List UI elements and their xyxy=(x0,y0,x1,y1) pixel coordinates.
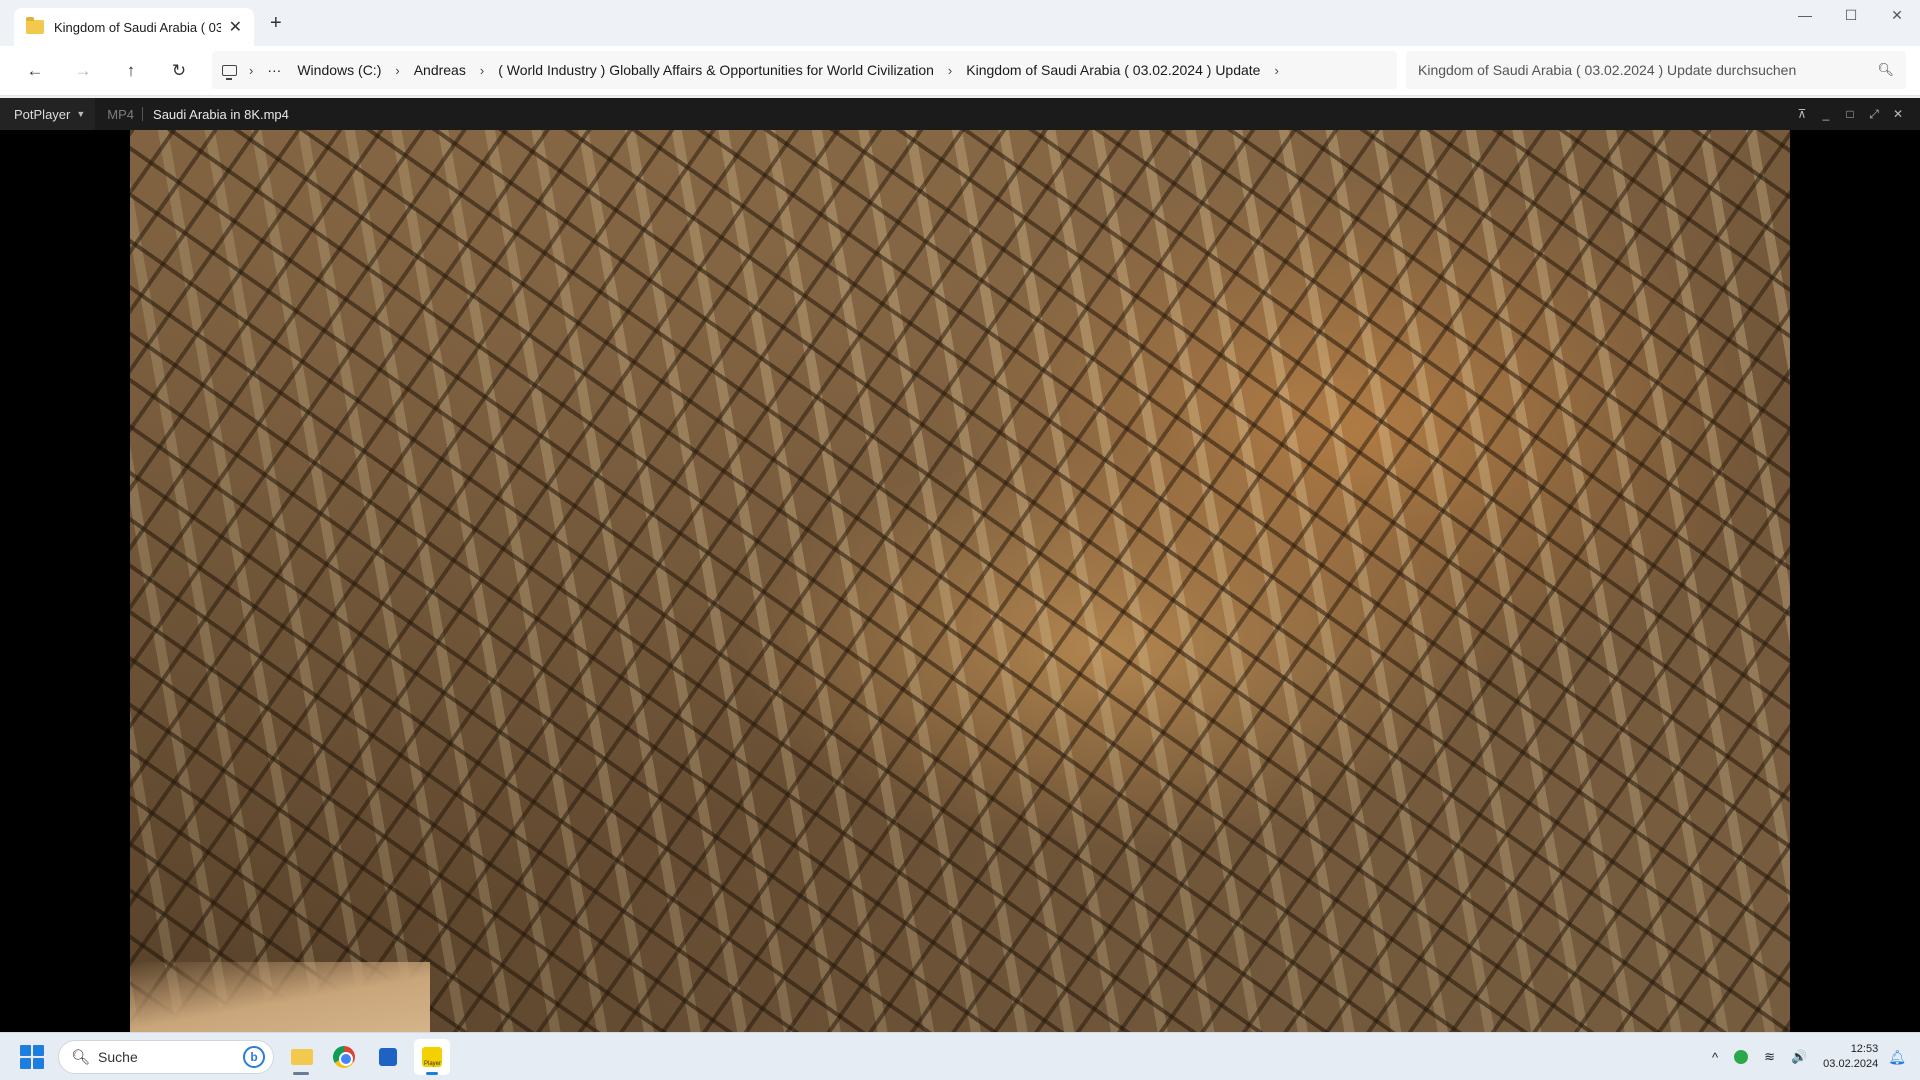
chevron-right-icon[interactable]: › xyxy=(389,63,405,78)
breadcrumb-item[interactable]: Kingdom of Saudi Arabia ( 03.02.2024 ) U… xyxy=(958,62,1268,78)
pin-icon[interactable]: ⊼ xyxy=(1790,107,1814,121)
new-tab-button[interactable]: + xyxy=(270,12,282,35)
video-frame-aerial-village[interactable] xyxy=(130,130,1790,1032)
up-button[interactable]: ↑ xyxy=(118,58,144,84)
search-input[interactable] xyxy=(1418,62,1878,78)
microsoft-store-taskbar-icon[interactable] xyxy=(370,1039,406,1075)
chevron-right-icon[interactable]: › xyxy=(243,63,259,78)
bing-icon[interactable]: b xyxy=(243,1046,265,1068)
window-controls: — ☐ ✕ xyxy=(1782,0,1920,32)
video-area[interactable] xyxy=(0,130,1920,1032)
explorer-titlebar: Kingdom of Saudi Arabia ( 03.02.2024 ) U… xyxy=(0,0,1920,46)
breadcrumb-more[interactable]: ··· xyxy=(259,62,289,78)
chevron-down-icon: ▼ xyxy=(76,109,86,119)
tray-chevron-up-icon[interactable]: ^ xyxy=(1704,1050,1726,1065)
video-sand-corner xyxy=(130,962,430,1032)
breadcrumb-item[interactable]: Andreas xyxy=(406,62,474,78)
windows-start-icon[interactable] xyxy=(20,1045,44,1069)
breadcrumb-item[interactable]: ( World Industry ) Globally Affairs & Op… xyxy=(490,62,942,78)
search-icon: 🔍︎ xyxy=(71,1049,91,1066)
clock-time: 12:53 xyxy=(1850,1043,1879,1055)
video-file-name: Saudi Arabia in 8K.mp4 xyxy=(153,106,289,122)
close-button[interactable]: ✕ xyxy=(1874,0,1920,32)
player-close-button[interactable]: ✕ xyxy=(1886,107,1910,121)
refresh-button[interactable]: ↻ xyxy=(166,58,192,84)
potplayer-menu-button[interactable]: PotPlayer ▼ xyxy=(0,98,96,130)
forward-button[interactable]: → xyxy=(70,58,96,84)
clock-date: 03.02.2024 xyxy=(1823,1058,1879,1070)
taskbar-search[interactable]: 🔍︎ Suche b xyxy=(58,1040,274,1074)
potplayer-window-controls: ⊼ _ □ ⤢ ✕ xyxy=(1790,98,1910,130)
address-bar: ← → ↑ ↻ › ··· Windows (C:) › Andreas › (… xyxy=(0,46,1920,96)
computer-icon[interactable] xyxy=(222,64,237,80)
tab-title: Kingdom of Saudi Arabia ( 03.02.2024 ) U… xyxy=(54,19,221,35)
player-fullscreen-button[interactable]: ⤢ xyxy=(1862,107,1886,122)
potplayer-brand: PotPlayer xyxy=(14,106,71,122)
tab-close-icon[interactable]: ✕ xyxy=(229,17,242,37)
potplayer-titlebar: PotPlayer ▼ MP4 Saudi Arabia in 8K.mp4 ⊼… xyxy=(0,98,1920,130)
search-icon[interactable]: 🔍︎ xyxy=(1877,62,1894,78)
wifi-icon[interactable]: ≋ xyxy=(1756,1049,1783,1065)
chevron-right-icon[interactable]: › xyxy=(1268,63,1284,78)
clock[interactable]: 12:53 03.02.2024 xyxy=(1815,1042,1888,1072)
chevron-right-icon[interactable]: › xyxy=(942,63,958,78)
file-explorer-taskbar-icon[interactable] xyxy=(283,1039,319,1075)
maximize-button[interactable]: ☐ xyxy=(1828,0,1874,32)
taskbar-search-label: Suche xyxy=(98,1049,138,1065)
search-box[interactable]: 🔍︎ xyxy=(1406,51,1906,89)
file-format-label: MP4 xyxy=(107,106,135,122)
breadcrumb[interactable]: › ··· Windows (C:) › Andreas › ( World I… xyxy=(212,51,1397,89)
back-button[interactable]: ← xyxy=(22,58,48,84)
tab-explorer[interactable]: Kingdom of Saudi Arabia ( 03.02.2024 ) U… xyxy=(14,8,254,46)
system-tray: ^ ≋ 🔊 12:53 03.02.2024 🔔︎ xyxy=(1704,1033,1920,1080)
minimize-button[interactable]: — xyxy=(1782,0,1828,32)
potplayer-taskbar-icon[interactable]: Player xyxy=(414,1039,450,1075)
potplayer-taskbar-label: Player xyxy=(424,1061,442,1067)
chevron-right-icon[interactable]: › xyxy=(474,63,490,78)
volume-icon[interactable]: 🔊 xyxy=(1783,1049,1815,1065)
folder-icon xyxy=(26,17,44,34)
chrome-taskbar-icon[interactable] xyxy=(326,1039,362,1075)
taskbar: 🔍︎ Suche b Player ^ ≋ 🔊 12:53 03.02.2024… xyxy=(0,1032,1920,1080)
video-shading xyxy=(130,130,1790,1032)
notification-bell-icon[interactable]: 🔔︎ xyxy=(1888,1049,1920,1066)
security-shield-icon[interactable] xyxy=(1734,1050,1749,1064)
player-minimize-button[interactable]: _ xyxy=(1814,107,1838,121)
player-maximize-button[interactable]: □ xyxy=(1838,107,1862,121)
breadcrumb-item[interactable]: Windows (C:) xyxy=(289,62,389,78)
